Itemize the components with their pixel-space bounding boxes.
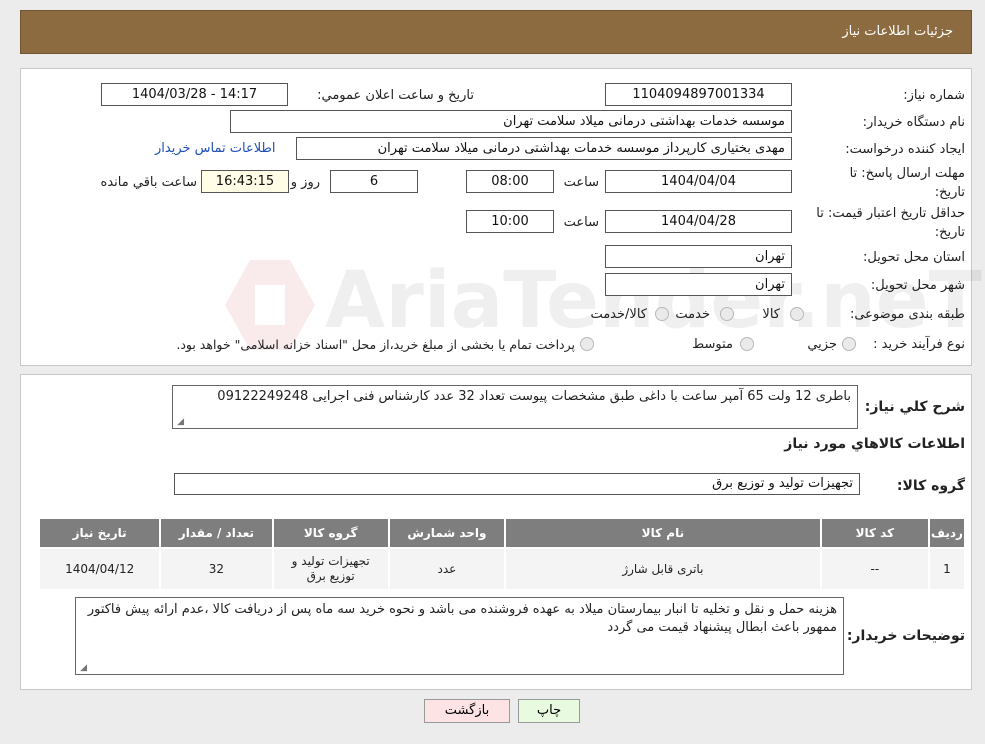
category-radio-service[interactable]	[720, 307, 734, 321]
buyer-org-field: موسسه خدمات بهداشتی درمانی میلاد سلامت ت…	[230, 110, 792, 133]
days-label: روز و	[290, 175, 320, 190]
category-label: طبقه بندی موضوعی:	[849, 307, 965, 322]
print-button[interactable]: چاپ	[518, 699, 580, 723]
table-header-row: ردیف کد کالا نام کالا واحد شمارش گروه کا…	[37, 517, 967, 549]
cell-item-group: تجهیزات تولید و توزیع برق	[271, 547, 390, 591]
announce-datetime-field: 1404/03/28 - 14:17	[101, 83, 288, 106]
table-row: 1 -- باتری قابل شارژ عدد تجهیزات تولید و…	[37, 547, 967, 591]
cell-need-date: 1404/04/12	[37, 547, 162, 591]
page-title: جزئیات اطلاعات نیاز	[842, 24, 953, 39]
need-number-field: 1104094897001334	[605, 83, 792, 106]
resize-grip-icon[interactable]: ◢	[77, 663, 87, 673]
col-row-number: ردیف	[927, 517, 967, 549]
col-item-group: گروه کالا	[271, 517, 390, 549]
goods-group-label: گروه کالا:	[896, 478, 965, 494]
cell-unit: عدد	[387, 547, 507, 591]
summary-text: باطری 12 ولت 65 آمپر ساعت با داغی طبق مش…	[217, 389, 851, 404]
cell-row-number: 1	[927, 547, 967, 591]
cell-item-code: --	[819, 547, 930, 591]
col-item-name: نام کالا	[504, 517, 822, 549]
delivery-province-label: استان محل تحویل:	[863, 250, 965, 265]
cell-item-name: باتری قابل شارژ	[504, 547, 822, 591]
category-option-goods-service: کالا/خدمت	[590, 307, 647, 322]
col-unit: واحد شمارش	[387, 517, 507, 549]
col-quantity: تعداد / مقدار	[159, 517, 274, 549]
goods-group-field: تجهیزات تولید و توزیع برق	[174, 473, 860, 495]
reply-time-label: ساعت	[563, 175, 599, 190]
resize-grip-icon[interactable]: ◢	[174, 417, 184, 427]
col-need-date: تاریخ نیاز	[37, 517, 162, 549]
category-radio-goods[interactable]	[790, 307, 804, 321]
category-option-goods: کالا	[762, 307, 780, 322]
announce-datetime-label: تاریخ و ساعت اعلان عمومي:	[317, 88, 474, 103]
delivery-city-label: شهر محل تحویل:	[870, 278, 965, 293]
reply-deadline-date: 1404/04/04	[605, 170, 792, 193]
summary-label: شرح کلي نیاز:	[864, 399, 965, 415]
purchase-process-label: نوع فرآیند خرید :	[873, 337, 965, 352]
category-radio-goods-service[interactable]	[655, 307, 669, 321]
requester-label: ایجاد کننده درخواست:	[845, 142, 965, 157]
reply-deadline-label-2: تاریخ:	[934, 185, 965, 200]
buyer-notes-text: هزینه حمل و نقل و تخلیه تا انبار بیمارست…	[87, 602, 837, 635]
process-option-partial: جزیي	[807, 337, 837, 352]
need-number-label: شماره نیاز:	[903, 88, 965, 103]
price-validity-label-2: تاریخ:	[934, 225, 965, 240]
price-validity-time: 10:00	[466, 210, 554, 233]
buyer-org-label: نام دستگاه خریدار:	[862, 115, 965, 130]
remaining-days: 6	[330, 170, 418, 193]
buyer-notes-label: توضیحات خریدار:	[846, 628, 965, 644]
requester-field: مهدی بختیاری کارپرداز موسسه خدمات بهداشت…	[296, 137, 792, 160]
price-validity-date: 1404/04/28	[605, 210, 792, 233]
buyer-notes-textarea[interactable]: هزینه حمل و نقل و تخلیه تا انبار بیمارست…	[75, 597, 844, 675]
process-note: پرداخت تمام یا بخشی از مبلغ خرید،از محل …	[176, 337, 575, 352]
remaining-time: 16:43:15	[201, 170, 289, 193]
reply-deadline-label: مهلت ارسال پاسخ: تا	[849, 166, 965, 181]
process-radio-partial[interactable]	[842, 337, 856, 351]
process-radio-medium[interactable]	[740, 337, 754, 351]
process-radio-treasury[interactable]	[580, 337, 594, 351]
page-header: جزئیات اطلاعات نیاز	[20, 10, 972, 54]
price-validity-label: حداقل تاریخ اعتبار قیمت: تا	[816, 206, 965, 221]
goods-table: ردیف کد کالا نام کالا واحد شمارش گروه کا…	[37, 517, 967, 591]
price-time-label: ساعت	[563, 215, 599, 230]
reply-deadline-time: 08:00	[466, 170, 554, 193]
summary-textarea[interactable]: باطری 12 ولت 65 آمپر ساعت با داغی طبق مش…	[172, 385, 858, 429]
cell-quantity: 32	[159, 547, 274, 591]
delivery-province-field: تهران	[605, 245, 792, 268]
col-item-code: کد کالا	[819, 517, 930, 549]
remaining-label: ساعت باقي مانده	[100, 175, 197, 190]
goods-info-title: اطلاعات کالاهاي مورد نیاز	[784, 436, 965, 452]
delivery-city-field: تهران	[605, 273, 792, 296]
back-button[interactable]: بازگشت	[424, 699, 510, 723]
process-option-medium: متوسط	[692, 337, 733, 352]
buyer-contact-link[interactable]: اطلاعات تماس خریدار	[155, 141, 275, 156]
category-option-service: خدمت	[675, 307, 710, 322]
